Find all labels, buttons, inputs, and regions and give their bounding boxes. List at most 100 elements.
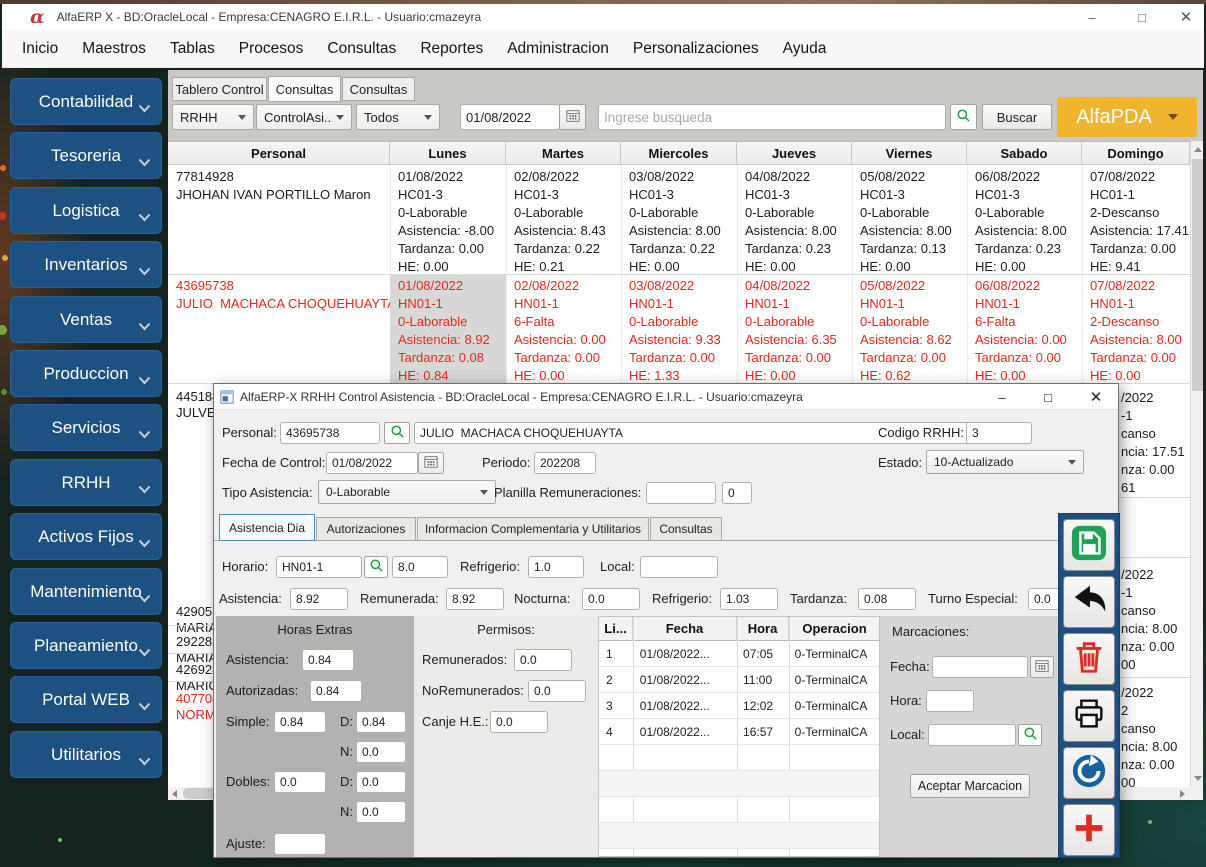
grid-cell-personal[interactable]: 77814928JHOHAN IVAN PORTILLO Maron	[168, 165, 390, 274]
sidebar-item-rrhh[interactable]: RRHH	[10, 459, 162, 506]
aceptar-marcacion-button[interactable]: Aceptar Marcacion	[910, 774, 1030, 798]
grid-cell-day[interactable]: 07/08/2022HC01-12-DescansoAsistencia: 17…	[1082, 165, 1190, 274]
filter-report-combo[interactable]: ControlAsi..	[256, 104, 352, 130]
grid-cell-day[interactable]: 04/08/2022HN01-10-LaborableAsistencia: 6…	[737, 274, 852, 383]
marc-row[interactable]: 201/08/2022...11:000-TerminalCA	[599, 667, 879, 693]
vertical-scrollbar[interactable]	[1190, 141, 1203, 787]
he-dobles-d-input[interactable]	[356, 771, 406, 793]
sidebar-item-contabilidad[interactable]: Contabilidad	[10, 78, 162, 125]
scroll-up-arrow-icon[interactable]	[1194, 147, 1202, 152]
he-simple-input[interactable]	[274, 711, 326, 733]
marc-column-header-li-[interactable]: Li...	[599, 617, 633, 641]
minimize-button[interactable]: –	[1074, 4, 1110, 30]
menu-item-tablas[interactable]: Tablas	[170, 40, 215, 58]
sidebar-item-ventas[interactable]: Ventas	[10, 296, 162, 343]
tipo-asistencia-combo[interactable]: 0-Laborable	[318, 480, 496, 504]
periodo-input[interactable]	[534, 452, 596, 474]
buscar-button[interactable]: Buscar	[982, 104, 1052, 130]
menu-item-inicio[interactable]: Inicio	[22, 40, 58, 58]
grid-cell-day[interactable]: 06/08/2022HN01-16-FaltaAsistencia: 0.00T…	[967, 274, 1082, 383]
sidebar-item-servicios[interactable]: Servicios	[10, 404, 162, 451]
grid-cell-personal[interactable]: 43695738JULIO MACHACA CHOQUEHUAYTA	[168, 274, 390, 383]
planilla-num-input[interactable]	[722, 482, 752, 504]
sidebar-item-produccion[interactable]: Produccion	[10, 350, 162, 397]
he-dobles-n-input[interactable]	[356, 801, 406, 823]
grid-cell-day[interactable]: 05/08/2022HN01-10-LaborableAsistencia: 8…	[852, 274, 967, 383]
alfapda-button[interactable]: AlfaPDA	[1057, 97, 1197, 137]
menu-item-procesos[interactable]: Procesos	[239, 40, 304, 58]
marc-local-input[interactable]	[928, 724, 1016, 746]
date-calendar-button[interactable]	[559, 104, 586, 130]
marc-row[interactable]: 401/08/2022...16:570-TerminalCA	[599, 719, 879, 745]
grid-column-header-lunes[interactable]: Lunes	[390, 142, 506, 165]
menu-item-reportes[interactable]: Reportes	[420, 40, 483, 58]
sidebar-item-utilitarios[interactable]: Utilitarios	[10, 731, 162, 778]
grid-column-header-martes[interactable]: Martes	[506, 142, 621, 165]
dialog-close-button[interactable]: ✕	[1080, 384, 1112, 410]
scroll-right-arrow-icon[interactable]	[1180, 790, 1185, 798]
sidebar-item-activos-fijos[interactable]: Activos Fijos	[10, 513, 162, 560]
marc-column-header-operacion[interactable]: Operacion	[789, 617, 880, 641]
refrigerio2-input[interactable]	[720, 588, 778, 610]
dialog-tab-autorizaciones[interactable]: Autorizaciones	[316, 517, 416, 540]
add-button[interactable]	[1063, 804, 1115, 856]
menu-item-ayuda[interactable]: Ayuda	[783, 40, 827, 58]
he-asistencia-input[interactable]	[302, 649, 354, 671]
menu-item-consultas[interactable]: Consultas	[327, 40, 396, 58]
filter-rrhh-combo[interactable]: RRHH	[172, 104, 254, 130]
marc-local-search-button[interactable]	[1018, 724, 1042, 746]
grid-cell-day[interactable]: 06/08/2022HC01-30-LaborableAsistencia: 8…	[967, 165, 1082, 274]
sidebar-item-portal-web[interactable]: Portal WEB	[10, 676, 162, 723]
menu-item-personalizaciones[interactable]: Personalizaciones	[633, 40, 759, 58]
doc-tab-consultas-2[interactable]: Consultas	[342, 77, 415, 101]
asistencia-input[interactable]	[290, 588, 348, 610]
maximize-button[interactable]: □	[1124, 4, 1160, 30]
filter-scope-combo[interactable]: Todos	[356, 104, 440, 130]
search-button[interactable]	[950, 104, 977, 130]
grid-cell-day[interactable]: 05/08/2022HC01-30-LaborableAsistencia: 8…	[852, 165, 967, 274]
canje-input[interactable]	[490, 711, 548, 733]
sidebar-item-logistica[interactable]: Logistica	[10, 187, 162, 234]
tardanza-input[interactable]	[858, 588, 916, 610]
dialog-maximize-button[interactable]: □	[1032, 384, 1064, 410]
remunerada-input[interactable]	[446, 588, 504, 610]
scroll-left-arrow-icon[interactable]	[172, 790, 177, 798]
personal-search-button[interactable]	[384, 422, 410, 444]
codigo-rrhh-input[interactable]	[966, 422, 1032, 444]
marc-column-header-fecha[interactable]: Fecha	[633, 617, 737, 641]
save-button[interactable]	[1063, 519, 1115, 571]
remunerados-input[interactable]	[514, 649, 572, 671]
horario-horas-input[interactable]	[392, 556, 448, 578]
sidebar-item-mantenimiento[interactable]: Mantenimiento	[10, 568, 162, 615]
he-ajuste-input[interactable]	[274, 833, 326, 855]
marc-row[interactable]: 301/08/2022...12:020-TerminalCA	[599, 693, 879, 719]
vertical-scrollbar-thumb[interactable]	[1192, 159, 1203, 391]
he-simple-n-input[interactable]	[356, 741, 406, 763]
estado-combo[interactable]: 10-Actualizado	[926, 450, 1084, 474]
marc-row[interactable]: 101/08/2022...07:050-TerminalCA	[599, 641, 879, 667]
horario-input[interactable]	[276, 556, 362, 578]
he-autorizadas-input[interactable]	[310, 680, 362, 702]
delete-button[interactable]	[1063, 633, 1115, 685]
print-button[interactable]	[1063, 690, 1115, 742]
refresh-button[interactable]	[1063, 747, 1115, 799]
undo-button[interactable]	[1063, 576, 1115, 628]
nocturna-input[interactable]	[582, 588, 640, 610]
grid-column-header-miercoles[interactable]: Miercoles	[621, 142, 737, 165]
dialog-tab-informacion-complementaria-y-utilitarios[interactable]: Informacion Complementaria y Utilitarios	[417, 517, 649, 540]
personal-code-input[interactable]	[280, 422, 380, 444]
grid-column-header-sabado[interactable]: Sabado	[967, 142, 1082, 165]
grid-column-header-domingo[interactable]: Domingo	[1082, 142, 1190, 165]
dialog-tab-asistencia-dia[interactable]: Asistencia Dia	[219, 514, 315, 541]
sidebar-item-tesoreria[interactable]: Tesoreria	[10, 132, 162, 179]
marc-fecha-input[interactable]	[932, 656, 1028, 678]
menu-item-maestros[interactable]: Maestros	[82, 40, 146, 58]
noremunerados-input[interactable]	[528, 680, 586, 702]
grid-cell-day[interactable]: 03/08/2022HN01-10-LaborableAsistencia: 9…	[621, 274, 737, 383]
planilla-input[interactable]	[646, 482, 716, 504]
grid-column-header-viernes[interactable]: Viernes	[852, 142, 967, 165]
doc-tab-consultas-1[interactable]: Consultas	[268, 76, 341, 102]
grid-cell-day[interactable]: 03/08/2022HC01-30-LaborableAsistencia: 8…	[621, 165, 737, 274]
grid-cell-day[interactable]: 07/08/2022HN01-12-DescansoAsistencia: 8.…	[1082, 274, 1190, 383]
he-dobles-input[interactable]	[274, 771, 326, 793]
